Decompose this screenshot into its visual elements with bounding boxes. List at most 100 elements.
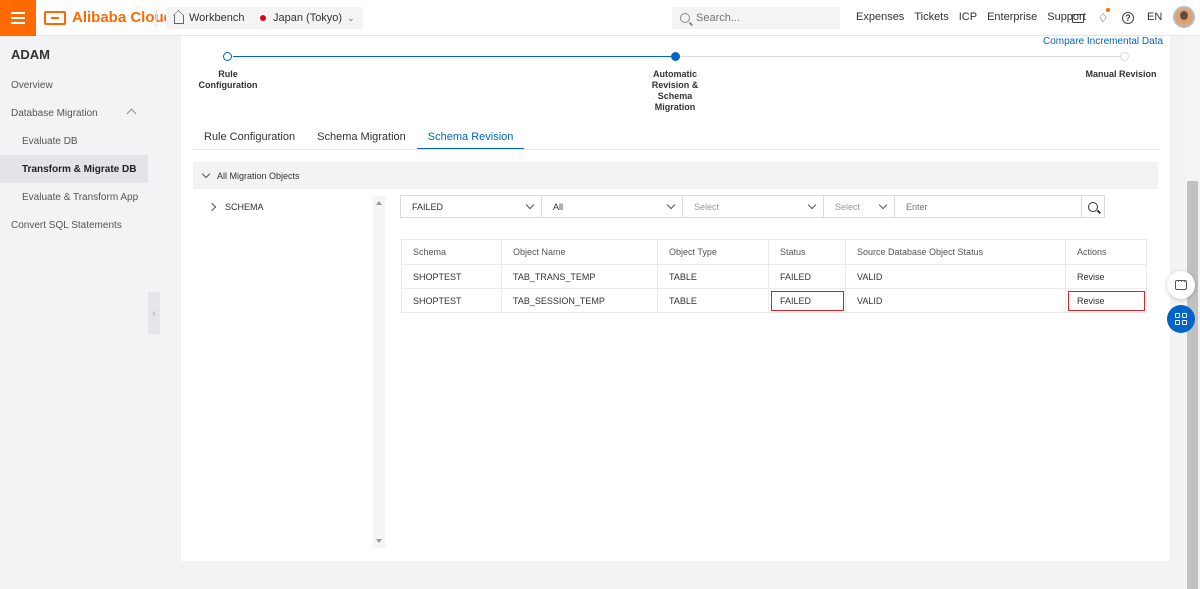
table-row: SHOPTEST TAB_SESSION_TEMP TABLE FAILED V… <box>401 288 1147 313</box>
workbench-button[interactable]: Workbench <box>166 7 253 29</box>
menu-icon[interactable] <box>0 0 36 36</box>
cell-schema: SHOPTEST <box>401 264 502 289</box>
revise-link[interactable]: Revise <box>1065 264 1147 289</box>
all-migration-objects-node[interactable]: All Migration Objects <box>193 162 1158 189</box>
cell-object-type: TABLE <box>657 288 769 313</box>
workbench-label: Workbench <box>189 12 245 24</box>
cell-object-name: TAB_TRANS_TEMP <box>501 264 658 289</box>
top-links: Expenses Tickets ICP Enterprise Support <box>856 11 1086 23</box>
chevron-right-icon <box>207 202 217 212</box>
step-current-icon <box>671 52 680 61</box>
search-button[interactable] <box>1081 195 1105 218</box>
scroll-up-icon[interactable] <box>376 201 382 205</box>
step-manual-revision-label: Manual Revision <box>1085 69 1157 79</box>
apps-grid-icon <box>1175 313 1187 325</box>
chevron-down-icon: ⌄ <box>347 12 355 23</box>
tab-schema-revision[interactable]: Schema Revision <box>416 126 525 150</box>
sidebar-item-evaluate-db[interactable]: Evaluate DB <box>0 127 148 155</box>
sidebar-title: ADAM <box>11 47 50 62</box>
chevron-down-icon <box>807 200 817 210</box>
search-input[interactable] <box>696 12 826 24</box>
notification-dot <box>1106 8 1110 12</box>
tab-schema-migration[interactable]: Schema Migration <box>306 126 417 150</box>
sidebar-item-transform-migrate-db[interactable]: Transform & Migrate DB <box>0 155 148 183</box>
tree-item-label: SCHEMA <box>225 202 264 212</box>
region-selector[interactable]: Japan (Tokyo) ⌄ <box>250 7 363 29</box>
scrollbar-thumb[interactable] <box>1187 181 1198 589</box>
brand-logo[interactable]: Alibaba Cloud <box>44 9 173 26</box>
feedback-chat-button[interactable] <box>1167 271 1195 299</box>
global-search[interactable] <box>672 7 840 29</box>
tree-scrollbar[interactable] <box>373 196 385 548</box>
tickets-link[interactable]: Tickets <box>914 11 948 23</box>
type-filter-select[interactable]: All <box>541 195 683 218</box>
compare-incremental-data-link[interactable]: Compare Incremental Data <box>1043 36 1163 47</box>
filter-bar: FAILED All Select Select <box>400 195 1105 218</box>
message-icon[interactable] <box>1072 14 1084 23</box>
sidebar-item-label: Evaluate & Transform App <box>22 191 139 203</box>
tree-item-schema[interactable]: SCHEMA <box>207 202 264 212</box>
chevron-up-icon <box>126 108 137 119</box>
search-icon <box>680 13 690 23</box>
japan-flag-icon <box>258 13 268 23</box>
filter-select-1-placeholder: Select <box>694 201 720 212</box>
step-automatic-revision-label: Automatic Revision & Schema Migration <box>651 69 699 112</box>
tab-bar: Rule Configuration Schema Migration Sche… <box>193 126 525 150</box>
main-content: Compare Incremental Data Rule Configurat… <box>181 36 1170 561</box>
chevron-down-icon <box>666 200 676 210</box>
chevron-down-icon <box>201 169 211 179</box>
step-rule-configuration-label: Rule Configuration <box>198 69 258 90</box>
enterprise-link[interactable]: Enterprise <box>987 11 1037 23</box>
tab-divider <box>193 149 1158 150</box>
sidebar-item-label: Convert SQL Statements <box>11 219 122 231</box>
column-header-object-type: Object Type <box>657 239 769 265</box>
column-header-source-status: Source Database Object Status <box>845 239 1066 265</box>
sidebar-collapse-button[interactable]: ‹ <box>148 292 160 334</box>
sidebar-item-database-migration[interactable]: Database Migration <box>0 99 148 127</box>
chevron-down-icon <box>525 200 535 210</box>
sidebar: ADAM Overview Database Migration Evaluat… <box>0 36 148 589</box>
status-filter-select[interactable]: FAILED <box>400 195 542 218</box>
column-header-actions: Actions <box>1065 239 1147 265</box>
notification-bell-icon[interactable]: ♢ <box>1096 11 1110 25</box>
filter-select-1[interactable]: Select <box>682 195 824 218</box>
icp-link[interactable]: ICP <box>959 11 977 23</box>
table-row: SHOPTEST TAB_TRANS_TEMP TABLE FAILED VAL… <box>401 264 1147 289</box>
sidebar-item-convert-sql[interactable]: Convert SQL Statements <box>0 211 148 239</box>
sidebar-item-label: Database Migration <box>11 107 98 119</box>
sidebar-item-evaluate-transform-app[interactable]: Evaluate & Transform App <box>0 183 148 211</box>
cell-status: FAILED <box>768 264 846 289</box>
sidebar-item-label: Transform & Migrate DB <box>22 163 137 175</box>
apps-button[interactable] <box>1167 305 1195 333</box>
tab-rule-configuration[interactable]: Rule Configuration <box>193 126 306 150</box>
objects-table: Schema Object Name Object Type Status So… <box>401 239 1147 313</box>
step-progress-line <box>233 56 671 57</box>
expenses-link[interactable]: Expenses <box>856 11 904 23</box>
revise-link-highlighted[interactable]: Revise <box>1065 288 1147 313</box>
language-switch[interactable]: EN <box>1147 11 1162 23</box>
column-header-status: Status <box>768 239 846 265</box>
cell-schema: SHOPTEST <box>401 288 502 313</box>
cell-source-status: VALID <box>845 264 1066 289</box>
cell-object-type: TABLE <box>657 264 769 289</box>
sidebar-item-label: Overview <box>11 79 53 91</box>
scroll-down-icon[interactable] <box>376 539 382 543</box>
alibaba-cloud-logo-icon <box>44 10 66 25</box>
type-filter-value: All <box>553 201 564 212</box>
search-icon <box>1088 201 1098 212</box>
help-icon[interactable]: ? <box>1122 12 1134 24</box>
object-search-input[interactable] <box>895 201 1081 212</box>
sidebar-item-overview[interactable]: Overview <box>0 71 148 99</box>
status-filter-value: FAILED <box>412 201 444 212</box>
cell-object-name: TAB_SESSION_TEMP <box>501 288 658 313</box>
filter-select-2[interactable]: Select <box>823 195 895 218</box>
tree-root-label: All Migration Objects <box>217 170 300 181</box>
avatar[interactable] <box>1173 6 1195 28</box>
step-pending-line <box>681 56 1120 57</box>
column-header-schema: Schema <box>401 239 502 265</box>
object-search-field[interactable] <box>894 195 1082 218</box>
brand-name: Alibaba Cloud <box>72 9 173 26</box>
cell-source-status: VALID <box>845 288 1066 313</box>
home-icon <box>174 15 184 24</box>
step-pending-icon <box>1120 52 1129 61</box>
